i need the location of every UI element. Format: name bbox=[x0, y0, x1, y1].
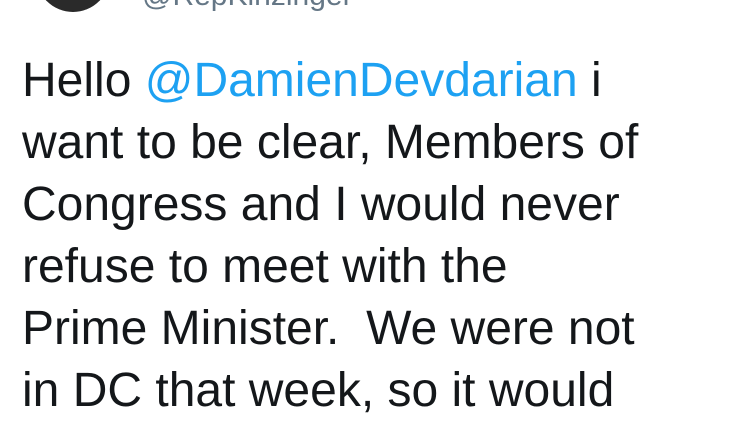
avatar[interactable] bbox=[36, 0, 110, 12]
tweet-line-1-after: i bbox=[577, 54, 602, 107]
mention-link[interactable]: @DamienDevdarian bbox=[145, 54, 578, 107]
tweet-line-1-before: Hello bbox=[22, 54, 145, 107]
tweet-line-2: want to be clear, Members of bbox=[22, 116, 639, 169]
tweet-text: Hello @DamienDevdarian i want to be clea… bbox=[22, 50, 742, 422]
tweet-line-1: Hello @DamienDevdarian i bbox=[22, 50, 742, 112]
tweet-line-5: Prime Minister. We were not bbox=[22, 302, 635, 355]
tweet-line-3: Congress and I would never bbox=[22, 178, 620, 231]
tweet-card: @RepKinzinger Hello @DamienDevdarian i w… bbox=[0, 0, 750, 430]
user-handle[interactable]: @RepKinzinger bbox=[142, 0, 353, 14]
tweet-line-6: in DC that week, so it would bbox=[22, 364, 615, 417]
tweet-line-4: refuse to meet with the bbox=[22, 240, 508, 293]
